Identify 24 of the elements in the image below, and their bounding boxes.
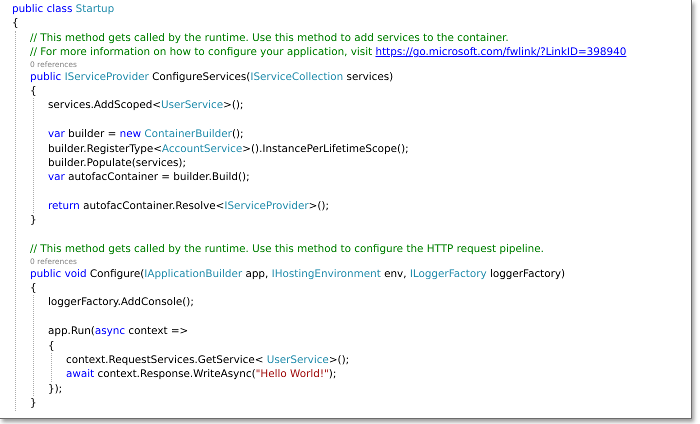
code-line: await context.Response.WriteAsync("Hello World!");: [66, 367, 338, 382]
code-line: public void Configure(IApplicationBuilder app, IHostingEnvironment env, ILoggerFactory loggerFactory): [30, 266, 566, 282]
code-line: }: [30, 213, 38, 228]
code-line: {: [48, 338, 56, 353]
link[interactable]: https://go.microsoft.com/fwlink/?LinkID=398940: [375, 46, 626, 58]
code-line: var builder = new ContainerBuilder();: [48, 127, 245, 142]
code-line: // For more information on how to configure your application, visit https://go.microsoft.com/fwlink/?LinkID=398940: [30, 45, 628, 60]
code-line: return autofacContainer.Resolve<IServiceProvider>();: [48, 199, 330, 214]
code-line: public class Startup: [12, 2, 116, 16]
code-line: app.Run(async context =>: [48, 324, 190, 339]
code-line: {: [12, 16, 20, 31]
code-line: {: [30, 281, 38, 296]
code-line: var autofacContainer = builder.Build();: [48, 170, 251, 185]
code-line: loggerFactory.AddConsole();: [48, 295, 195, 310]
code-line: }: [30, 396, 38, 411]
code-line: builder.RegisterType<AccountService>().InstancePerLifetimeScope();: [48, 142, 410, 156]
code-line: // This method gets called by the runtime. Use this method to add services to the container.: [30, 30, 510, 46]
code-line: // This method gets called by the runtime. Use this method to configure the HTTP request pipeline.: [30, 242, 545, 257]
code-line: public IServiceProvider ConfigureServices(IServiceCollection services): [30, 70, 394, 84]
code-line: services.AddScoped<UserService>();: [48, 98, 244, 113]
code-line: builder.Populate(services);: [48, 156, 187, 170]
code-line: });: [48, 382, 64, 396]
code-line: context.RequestServices.GetService< UserService>();: [66, 352, 350, 368]
code-line: {: [30, 84, 38, 98]
